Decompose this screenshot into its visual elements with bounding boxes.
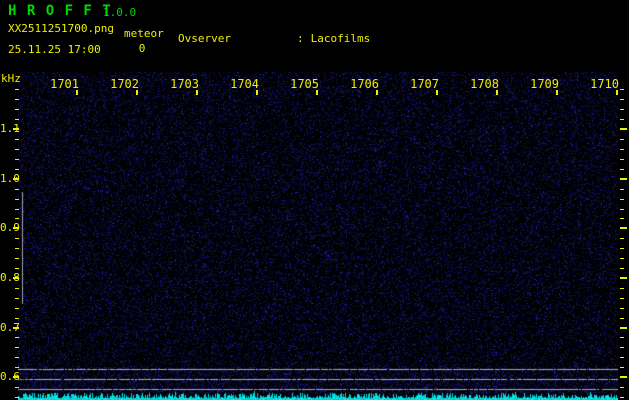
- y-tick-right: [620, 169, 624, 170]
- y-tick: [15, 387, 19, 388]
- x-tick-label: 1709: [527, 77, 559, 91]
- x-tick-label: 1710: [587, 77, 619, 91]
- y-tick: [15, 258, 19, 259]
- y-tick-label: 1.0: [0, 172, 17, 185]
- y-tick: [15, 199, 19, 200]
- y-tick-right: [620, 99, 624, 100]
- info-row-observer: Ovserver: Lacofilms: [178, 32, 463, 46]
- y-tick: [15, 149, 19, 150]
- y-tick-right: [620, 277, 627, 279]
- y-axis-unit-label: kHz: [1, 72, 21, 85]
- y-tick-label: 1.1: [0, 122, 17, 135]
- y-tick: [15, 397, 19, 398]
- y-tick: [15, 109, 19, 110]
- y-tick-right: [620, 367, 624, 368]
- y-tick-right: [620, 308, 624, 309]
- y-tick-label: 0.7: [0, 321, 17, 334]
- x-tick: [256, 90, 258, 95]
- y-tick-right: [620, 119, 624, 120]
- x-tick: [436, 90, 438, 95]
- x-tick-label: 1703: [167, 77, 199, 91]
- y-tick: [15, 99, 19, 100]
- y-tick-label: 0.6: [0, 370, 17, 383]
- y-tick-right: [620, 178, 627, 180]
- y-tick-right: [620, 209, 624, 210]
- y-tick-right: [620, 357, 624, 358]
- y-tick-right: [620, 268, 624, 269]
- x-tick: [76, 90, 78, 95]
- y-tick: [15, 347, 19, 348]
- y-tick: [15, 189, 19, 190]
- y-tick: [15, 119, 19, 120]
- y-tick: [15, 357, 19, 358]
- y-tick-label: 0.8: [0, 271, 17, 284]
- datetime-label: 25.11.25 17:00: [8, 43, 101, 56]
- y-tick-right: [620, 258, 624, 259]
- y-tick-right: [620, 109, 624, 110]
- y-tick: [15, 139, 19, 140]
- y-tick: [15, 318, 19, 319]
- y-tick-right: [620, 189, 624, 190]
- spectrogram-canvas: [18, 72, 618, 400]
- y-tick: [15, 218, 19, 219]
- y-tick-label: 0.9: [0, 221, 17, 234]
- y-tick: [15, 89, 19, 90]
- x-tick: [136, 90, 138, 95]
- y-tick-right: [620, 397, 624, 398]
- x-tick: [196, 90, 198, 95]
- x-tick-label: 1708: [467, 77, 499, 91]
- y-tick: [15, 169, 19, 170]
- y-tick-right: [620, 89, 624, 90]
- y-tick: [15, 298, 19, 299]
- y-tick-right: [620, 199, 624, 200]
- y-tick: [15, 288, 19, 289]
- y-tick: [15, 159, 19, 160]
- colon-separator: :: [297, 32, 304, 46]
- x-tick-label: 1701: [47, 77, 79, 91]
- info-value: Lacofilms: [311, 32, 371, 46]
- app-version: 1.0.0: [103, 6, 136, 19]
- y-tick: [15, 209, 19, 210]
- x-tick-label: 1702: [107, 77, 139, 91]
- x-tick: [316, 90, 318, 95]
- y-tick-right: [620, 139, 624, 140]
- info-label: Ovserver: [178, 32, 297, 46]
- y-tick-right: [620, 248, 624, 249]
- meteor-count: 0: [124, 42, 160, 55]
- x-tick: [556, 90, 558, 95]
- y-tick-right: [620, 298, 624, 299]
- y-tick-right: [620, 387, 624, 388]
- y-tick-right: [620, 159, 624, 160]
- y-tick-right: [620, 376, 627, 378]
- y-tick: [15, 337, 19, 338]
- x-tick-label: 1707: [407, 77, 439, 91]
- y-tick-right: [620, 128, 627, 130]
- y-tick: [15, 238, 19, 239]
- x-tick-label: 1704: [227, 77, 259, 91]
- y-tick: [15, 268, 19, 269]
- y-tick: [15, 367, 19, 368]
- output-filename: XX2511251700.png: [8, 22, 114, 35]
- y-tick-right: [620, 218, 624, 219]
- mode-label: meteor: [124, 27, 164, 40]
- y-tick-right: [620, 318, 624, 319]
- y-tick-right: [620, 149, 624, 150]
- y-tick-right: [620, 227, 627, 229]
- y-tick: [15, 308, 19, 309]
- x-tick: [376, 90, 378, 95]
- y-tick-right: [620, 238, 624, 239]
- x-tick: [496, 90, 498, 95]
- app-title: H R O F F T: [8, 3, 112, 19]
- y-tick-right: [620, 327, 627, 329]
- y-tick: [15, 248, 19, 249]
- y-tick-right: [620, 347, 624, 348]
- x-tick-label: 1706: [347, 77, 379, 91]
- hrofft-window: H R O F F T 1.0.0 XX2511251700.png meteo…: [0, 0, 629, 400]
- x-tick: [616, 90, 618, 95]
- x-tick-label: 1705: [287, 77, 319, 91]
- y-tick-right: [620, 288, 624, 289]
- y-tick-right: [620, 337, 624, 338]
